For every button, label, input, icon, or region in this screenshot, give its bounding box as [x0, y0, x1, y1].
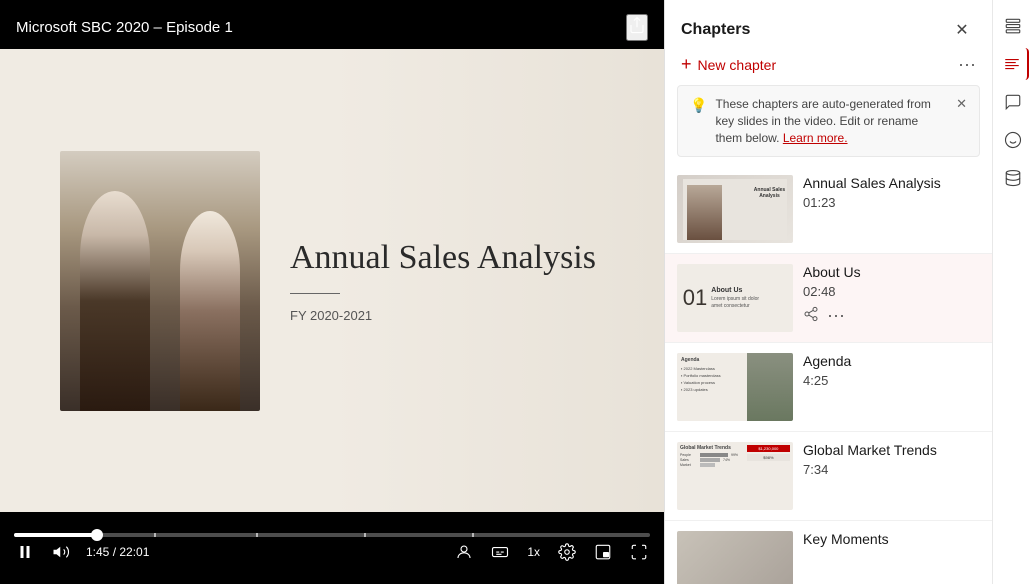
chapter-info: About Us 02:48 ··· — [803, 264, 980, 326]
chapter-time: 7:34 — [803, 462, 980, 477]
share-button[interactable] — [626, 14, 648, 41]
sidebar-header: Chapters ✕ — [665, 0, 992, 44]
chapter-item[interactable]: Global Market Trends People99% Sales74% … — [665, 432, 992, 521]
chapter-item[interactable]: 01 About Us Lorem ipsum sit doloramet co… — [665, 254, 992, 343]
controls-bar: 1:45 / 22:01 — [0, 512, 664, 584]
new-chapter-button[interactable]: + New chapter — [681, 54, 776, 75]
chapter-item[interactable]: Annual SalesAnalysis Annual Sales Analys… — [665, 165, 992, 254]
chapter-info: Annual Sales Analysis 01:23 — [803, 175, 980, 210]
chapter-thumbnail — [677, 531, 793, 584]
chapters-more-button[interactable]: ··· — [958, 54, 976, 75]
chapter-item[interactable]: Agenda ▪ 2022 Masterclass ▪ Portfolio ma… — [665, 343, 992, 432]
toolbar-transcript-button[interactable] — [997, 48, 1029, 80]
slide-photo — [60, 151, 260, 411]
chapter-time: 4:25 — [803, 373, 980, 388]
chapter-thumbnail: Annual SalesAnalysis — [677, 175, 793, 243]
chapter-info: Key Moments — [803, 531, 980, 551]
captions-button[interactable] — [489, 541, 511, 563]
slide-content: Annual Sales Analysis FY 2020-2021 — [0, 49, 664, 512]
chapter-item[interactable]: Key Moments — [665, 521, 992, 584]
chapter-thumbnail: 01 About Us Lorem ipsum sit doloramet co… — [677, 264, 793, 332]
miniplayer-button[interactable] — [592, 541, 614, 563]
banner-close-button[interactable]: ✕ — [956, 96, 967, 112]
toolbar-reactions-button[interactable] — [997, 124, 1029, 156]
controls-left: 1:45 / 22:01 — [14, 541, 149, 563]
chapter-time: 01:23 — [803, 195, 980, 210]
person-button[interactable] — [453, 541, 475, 563]
chapter-name: Key Moments — [803, 531, 980, 547]
chapters-list: Annual SalesAnalysis Annual Sales Analys… — [665, 165, 992, 584]
play-pause-button[interactable] — [14, 541, 36, 563]
chapter-markers — [14, 533, 650, 537]
new-chapter-label: New chapter — [698, 57, 777, 73]
toolbar-chapters-button[interactable] — [997, 10, 1029, 42]
volume-button[interactable] — [50, 541, 72, 563]
toolbar-comments-button[interactable] — [997, 86, 1029, 118]
vertical-toolbar — [992, 0, 1032, 584]
info-text: These chapters are auto-generated from k… — [715, 96, 948, 146]
chapter-info: Agenda 4:25 — [803, 353, 980, 388]
share-icon — [628, 16, 646, 34]
video-frame: Annual Sales Analysis FY 2020-2021 — [0, 49, 664, 512]
slide-heading: Annual Sales Analysis — [290, 238, 634, 279]
chapter-time: 02:48 — [803, 284, 980, 299]
slide-text-area: Annual Sales Analysis FY 2020-2021 — [260, 218, 664, 343]
toolbar-settings-button[interactable] — [997, 162, 1029, 194]
settings-button[interactable] — [556, 541, 578, 563]
controls-row: 1:45 / 22:01 — [14, 541, 650, 563]
chapter-name: Global Market Trends — [803, 442, 980, 458]
chapter-thumbnail: Agenda ▪ 2022 Masterclass ▪ Portfolio ma… — [677, 353, 793, 421]
chapter-info: Global Market Trends 7:34 — [803, 442, 980, 477]
chapter-name: Annual Sales Analysis — [803, 175, 980, 191]
video-title: Microsoft SBC 2020 – Episode 1 — [16, 19, 233, 36]
video-title-bar: Microsoft SBC 2020 – Episode 1 — [0, 0, 664, 49]
chapter-actions: ··· — [803, 305, 980, 326]
info-banner: 💡 These chapters are auto-generated from… — [677, 85, 980, 157]
plus-icon: + — [681, 54, 692, 75]
time-display: 1:45 / 22:01 — [86, 545, 149, 559]
info-icon: 💡 — [690, 97, 707, 114]
new-chapter-row: + New chapter ··· — [665, 44, 992, 85]
speed-button[interactable]: 1x — [525, 543, 542, 561]
chapter-more-button[interactable]: ··· — [827, 305, 845, 326]
video-player-section: Microsoft SBC 2020 – Episode 1 Annual Sa… — [0, 0, 664, 584]
slide-subtext: FY 2020-2021 — [290, 308, 634, 323]
fullscreen-button[interactable] — [628, 541, 650, 563]
chapter-thumbnail: Global Market Trends People99% Sales74% … — [677, 442, 793, 510]
learn-more-link[interactable]: Learn more. — [783, 131, 848, 145]
slide-divider — [290, 293, 340, 294]
chapter-name: Agenda — [803, 353, 980, 369]
chapter-name: About Us — [803, 264, 980, 280]
close-button[interactable]: ✕ — [948, 16, 976, 44]
speed-label: 1x — [527, 545, 540, 559]
sidebar-title: Chapters — [681, 21, 750, 39]
controls-right: 1x — [453, 541, 650, 563]
chapters-sidebar: Chapters ✕ + New chapter ··· 💡 These cha… — [664, 0, 1032, 584]
chapter-share-button[interactable] — [803, 306, 819, 326]
progress-bar[interactable] — [14, 533, 650, 537]
